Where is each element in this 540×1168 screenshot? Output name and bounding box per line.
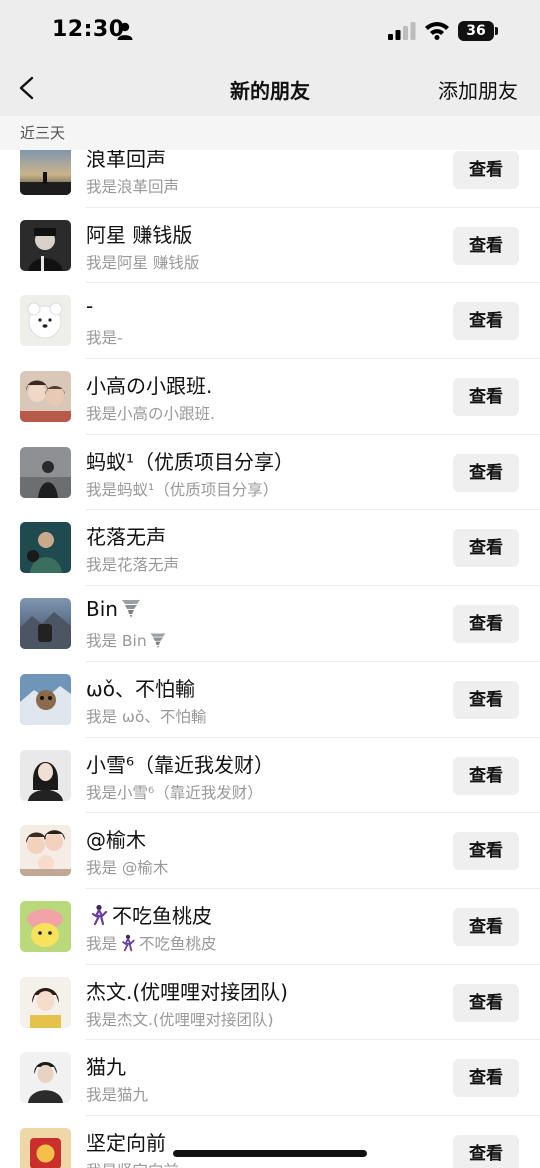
view-button[interactable]: 查看 [453,1059,519,1098]
friend-name: 杰文.(优哩哩对接团队) [86,979,288,1004]
friend-request-row[interactable]: 小高の小跟班. 我是小高の小跟班. 查看 [0,359,540,435]
friend-message: 我是蚂蚁¹（优质项目分享） [86,480,279,499]
tornado-icon [150,633,166,649]
friend-message: 我是坚定向前 [86,1159,179,1168]
view-button[interactable]: 查看 [453,832,519,871]
friend-message-text: 我是 Bin [86,632,147,651]
wifi-icon [425,22,449,40]
friend-message: 我是 Bin [86,629,169,651]
friend-message: 我是 @榆木 [86,859,169,878]
view-button[interactable]: 查看 [453,1134,519,1168]
avatar [20,900,71,952]
battery-level: 36 [458,21,494,41]
home-indicator[interactable] [173,1150,367,1157]
friend-message: 我是 ωǒ、不怕輸 [86,707,207,726]
friend-request-row[interactable]: - 我是- 查看 [0,283,540,360]
friend-request-row[interactable]: 阿星 赚钱版 我是阿星 赚钱版 查看 [0,207,540,284]
friend-message: 我是小雪⁶（靠近我发财） [86,783,263,802]
friend-message: 我是小高の小跟班. [86,405,215,424]
friend-message: 我是- [86,329,123,348]
view-button[interactable]: 查看 [453,756,519,795]
signal-icon [388,22,416,40]
friend-message-prefix: 我是 [86,934,118,953]
friend-name: 蚂蚁¹（优质项目分享） [86,449,295,474]
friend-request-list[interactable]: 浪革回声 我是浪革回声 查看 阿星 赚钱版 我是阿星 赚钱版 查看 - 我是- … [0,150,540,1168]
avatar [20,219,71,271]
friend-message: 我是浪革回声 [86,178,180,196]
friend-request-row[interactable]: ωǒ、不怕輸 我是 ωǒ、不怕輸 查看 [0,661,540,738]
avatar [20,371,71,423]
friend-request-row[interactable]: 浪革回声 我是浪革回声 查看 [0,150,540,208]
avatar [20,295,71,347]
view-button[interactable]: 查看 [453,226,519,265]
view-button[interactable]: 查看 [453,151,519,189]
header: 12:30 36 新的朋友 添加朋友 [0,0,540,116]
avatar [20,976,71,1028]
avatar [20,150,71,195]
friend-name: 猫九 [86,1055,126,1080]
friend-message: 我是 不吃鱼桃皮 [86,932,217,954]
section-header: 近三天 [0,116,540,150]
friend-name: 小雪⁶（靠近我发财） [86,752,275,777]
friend-name: 花落无声 [86,525,166,550]
view-button[interactable]: 查看 [453,983,519,1022]
avatar [20,749,71,801]
add-friend-button[interactable]: 添加朋友 [438,75,518,104]
status-bar: 12:30 36 [0,0,540,62]
friend-request-row[interactable]: 坚定向前 我是坚定向前 查看 [0,1115,540,1168]
avatar [20,522,71,574]
nav-bar: 新的朋友 添加朋友 [0,62,540,116]
friend-name-text: Bin [86,597,118,622]
avatar [20,446,71,498]
new-friends-screen: 12:30 36 新的朋友 添加朋友 近三天 浪革回声 我是浪革回声 查看 阿星… [0,0,540,1168]
section-label: 近三天 [20,124,66,142]
dancer-icon [91,904,108,925]
friend-message: 我是猫九 [86,1086,149,1105]
view-button[interactable]: 查看 [453,302,519,341]
view-button[interactable]: 查看 [453,529,519,568]
friend-request-row[interactable]: 花落无声 我是花落无声 查看 [0,510,540,587]
friend-request-row[interactable]: Bin 我是 Bin 查看 [0,586,540,662]
friend-name: 坚定向前 [86,1130,166,1155]
dancer-icon [122,934,135,952]
friend-name-text: 不吃鱼桃皮 [112,903,212,928]
friend-name: 不吃鱼桃皮 [86,900,212,929]
view-button[interactable]: 查看 [453,378,519,417]
avatar [20,1127,71,1168]
friend-request-row[interactable]: 杰文.(优哩哩对接团队) 我是杰文.(优哩哩对接团队) 查看 [0,964,540,1041]
friend-request-row[interactable]: @榆木 我是 @榆木 查看 [0,813,540,889]
friend-name: 小高の小跟班. [86,374,213,399]
avatar [20,1052,71,1104]
friend-request-row[interactable]: 小雪⁶（靠近我发财） 我是小雪⁶（靠近我发财） 查看 [0,737,540,814]
avatar [20,598,71,650]
tornado-icon [121,600,140,619]
view-button[interactable]: 查看 [453,680,519,719]
friend-message-text: 不吃鱼桃皮 [139,934,217,953]
friend-name: 浪革回声 [86,150,166,171]
friend-name: @榆木 [86,828,146,853]
friend-request-row[interactable]: 猫九 我是猫九 查看 [0,1040,540,1116]
view-button[interactable]: 查看 [453,907,519,946]
chevron-left-icon[interactable] [14,74,40,102]
friend-request-row[interactable]: 不吃鱼桃皮 我是 不吃鱼桃皮 查看 [0,888,540,965]
avatar [20,825,71,877]
friend-request-row[interactable]: 蚂蚁¹（优质项目分享） 我是蚂蚁¹（优质项目分享） 查看 [0,434,540,511]
view-button[interactable]: 查看 [453,605,519,644]
battery-icon: 36 [458,21,498,41]
friend-message: 我是花落无声 [86,556,180,575]
friend-name: - [86,294,94,319]
battery-tip [495,27,498,35]
friend-name: ωǒ、不怕輸 [86,676,195,701]
person-icon [117,22,133,40]
view-button[interactable]: 查看 [453,453,519,492]
friend-message: 我是阿星 赚钱版 [86,253,200,272]
friend-message: 我是杰文.(优哩哩对接团队) [86,1010,274,1029]
status-time: 12:30 [52,17,125,42]
avatar [20,673,71,725]
friend-name: Bin [86,597,144,621]
friend-name: 阿星 赚钱版 [86,222,193,247]
